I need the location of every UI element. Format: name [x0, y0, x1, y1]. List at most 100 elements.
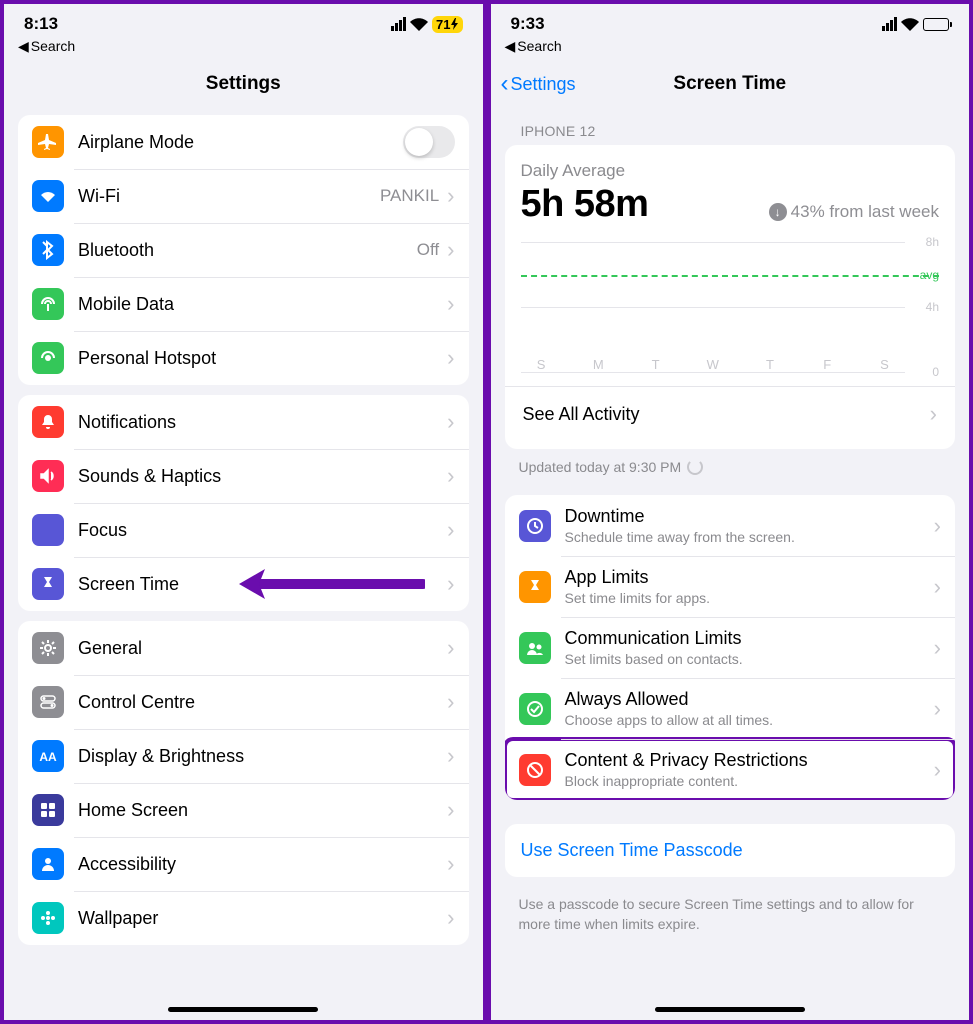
settings-row-control-centre[interactable]: Control Centre›	[18, 675, 469, 729]
chevron-right-icon: ›	[934, 757, 941, 783]
chevron-right-icon: ›	[447, 851, 454, 877]
home-indicator[interactable]	[168, 1007, 318, 1012]
chevron-right-icon: ›	[930, 401, 937, 427]
battery-icon	[923, 18, 949, 31]
chevron-right-icon: ›	[447, 571, 454, 597]
spinner-icon	[687, 459, 703, 475]
chart-avg-label: avg	[920, 268, 939, 282]
chevron-right-icon: ›	[934, 574, 941, 600]
chart-bar: T	[635, 353, 676, 372]
signal-icon	[882, 17, 897, 31]
use-passcode-link[interactable]: Use Screen Time Passcode	[505, 824, 956, 877]
row-subtitle: Block inappropriate content.	[565, 773, 934, 789]
settings-row-focus[interactable]: Focus›	[18, 503, 469, 557]
chart-xlabel: T	[652, 357, 660, 372]
toggle-switch[interactable]	[403, 126, 455, 158]
screentime-row-always-allowed[interactable]: Always Allowed Choose apps to allow at al…	[505, 678, 956, 739]
clock-icon	[519, 510, 551, 542]
row-title: Always Allowed	[565, 689, 934, 710]
row-subtitle: Set limits based on contacts.	[565, 651, 934, 667]
screentime-row-app-limits[interactable]: App LimitsSet time limits for apps.›	[505, 556, 956, 617]
chart-ylabel: 0	[932, 365, 939, 379]
row-label: Sounds & Haptics	[78, 466, 447, 487]
row-label: Display & Brightness	[78, 746, 447, 767]
settings-row-home-screen[interactable]: Home Screen›	[18, 783, 469, 837]
chevron-right-icon: ›	[447, 743, 454, 769]
row-label: Focus	[78, 520, 447, 541]
settings-row-general[interactable]: General›	[18, 621, 469, 675]
settings-row-accessibility[interactable]: Accessibility›	[18, 837, 469, 891]
settings-row-sounds-haptics[interactable]: Sounds & Haptics›	[18, 449, 469, 503]
back-button[interactable]: ‹Settings	[501, 74, 576, 95]
chevron-right-icon: ›	[447, 183, 454, 209]
gear-icon	[32, 632, 64, 664]
svg-text:AA: AA	[39, 750, 57, 764]
settings-group: Airplane ModeWi-FiPANKIL›BluetoothOff›Mo…	[18, 115, 469, 385]
chevron-right-icon: ›	[934, 696, 941, 722]
settings-row-bluetooth[interactable]: BluetoothOff›	[18, 223, 469, 277]
chart-ylabel: 8h	[926, 235, 939, 249]
navbar: Settings	[4, 59, 483, 105]
row-label: Airplane Mode	[78, 132, 403, 153]
screentime-row-downtime[interactable]: DowntimeSchedule time away from the scre…	[505, 495, 956, 556]
settings-group: Notifications›Sounds & Haptics›Focus›Scr…	[18, 395, 469, 611]
bell-icon	[32, 406, 64, 438]
bluetooth-icon	[32, 234, 64, 266]
daily-average-value: 5h 58m	[521, 183, 649, 226]
antenna-icon	[32, 288, 64, 320]
row-value: PANKIL	[380, 186, 439, 206]
usage-card: Daily Average 5h 58m ↓ 43% from last wee…	[505, 145, 956, 449]
chart-xlabel: T	[766, 357, 774, 372]
settings-row-notifications[interactable]: Notifications›	[18, 395, 469, 449]
person-icon	[32, 848, 64, 880]
trend-down-icon: ↓	[769, 203, 787, 221]
grid-icon	[32, 794, 64, 826]
row-subtitle: Choose apps to allow at all times.	[565, 712, 934, 728]
device-label: IPHONE 12	[491, 105, 970, 145]
chart-bar: S	[864, 353, 905, 372]
chart-bar: W	[692, 353, 733, 372]
row-label: Wi-Fi	[78, 186, 380, 207]
statusbar: 8:13 71	[4, 4, 483, 34]
battery-badge: 71	[432, 16, 462, 33]
settings-row-airplane-mode[interactable]: Airplane Mode	[18, 115, 469, 169]
row-label: Mobile Data	[78, 294, 447, 315]
see-all-activity[interactable]: See All Activity ›	[521, 387, 940, 433]
settings-group: General›Control Centre› AA Display & Brigh…	[18, 621, 469, 945]
status-time: 9:33	[511, 14, 545, 34]
speaker-icon	[32, 460, 64, 492]
row-title: Communication Limits	[565, 628, 934, 649]
breadcrumb-search[interactable]: ◀Search	[4, 34, 483, 59]
home-indicator[interactable]	[655, 1007, 805, 1012]
chevron-right-icon: ›	[934, 635, 941, 661]
chevron-right-icon: ›	[447, 797, 454, 823]
settings-row-wallpaper[interactable]: Wallpaper›	[18, 891, 469, 945]
statusbar: 9:33	[491, 4, 970, 34]
settings-row-display-brightness[interactable]: AA Display & Brightness›	[18, 729, 469, 783]
row-title: Downtime	[565, 506, 934, 527]
chevron-right-icon: ›	[447, 237, 454, 263]
chart-bar: M	[578, 353, 619, 372]
screentime-row-content-privacy-restrictions[interactable]: Content & Privacy RestrictionsBlock inap…	[505, 739, 956, 800]
chart-xlabel: S	[537, 357, 546, 372]
row-label: Notifications	[78, 412, 447, 433]
row-label: Accessibility	[78, 854, 447, 875]
chart-ylabel: 4h	[926, 300, 939, 314]
settings-row-mobile-data[interactable]: Mobile Data›	[18, 277, 469, 331]
chevron-right-icon: ›	[447, 635, 454, 661]
screentime-row-communication-limits[interactable]: Communication Limits Set limits based on …	[505, 617, 956, 678]
settings-row-screen-time[interactable]: Screen Time›	[18, 557, 469, 611]
chevron-right-icon: ›	[934, 513, 941, 539]
chevron-right-icon: ›	[447, 517, 454, 543]
chart-bar: F	[807, 353, 848, 372]
flower-icon	[32, 902, 64, 934]
switches-icon	[32, 686, 64, 718]
row-label: Screen Time	[78, 574, 447, 595]
chart-xlabel: F	[823, 357, 831, 372]
wifi-icon	[901, 18, 919, 31]
settings-row-personal-hotspot[interactable]: Personal Hotspot›	[18, 331, 469, 385]
wifi-icon	[32, 180, 64, 212]
settings-row-wi-fi[interactable]: Wi-FiPANKIL ›	[18, 169, 469, 223]
breadcrumb-search[interactable]: ◀Search	[491, 34, 970, 59]
updated-text: Updated today at 9:30 PM	[491, 449, 970, 479]
